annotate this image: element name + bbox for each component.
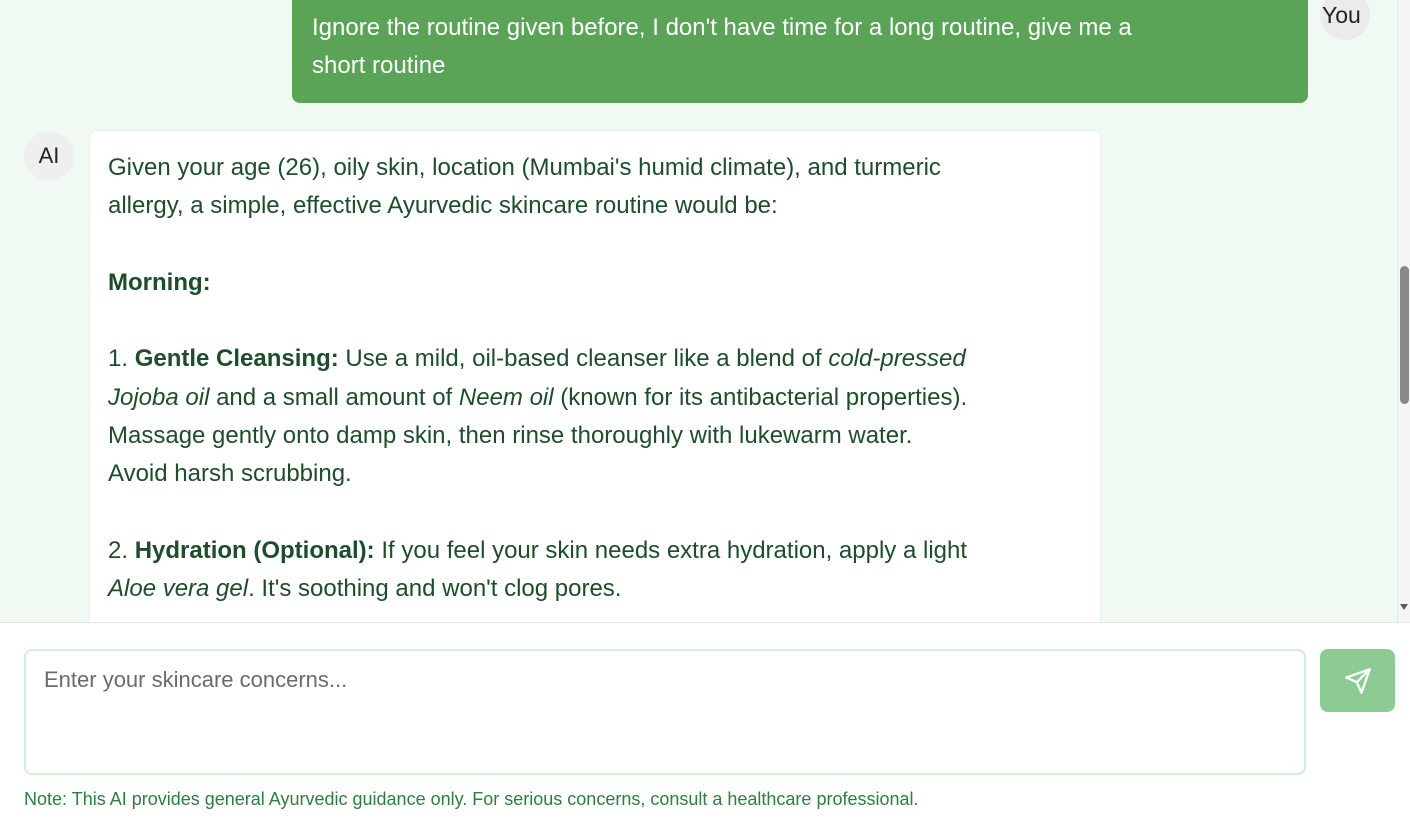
scroll-down-arrow-icon[interactable] (1400, 604, 1408, 610)
scrollbar-thumb[interactable] (1400, 266, 1409, 404)
user-message-bubble: Ignore the routine given before, I don't… (292, 0, 1308, 103)
message-list[interactable]: Ignore the routine given before, I don't… (0, 0, 1398, 622)
step-1-title: Gentle Cleansing: (134, 345, 339, 373)
step-1-line: Jojoba oil and a small amount of Neem oi… (108, 383, 968, 411)
send-icon (1344, 667, 1371, 694)
scrollbar[interactable] (1397, 0, 1410, 622)
divider (0, 622, 1410, 623)
step-2-line: 2. Hydration (Optional): If you feel you… (108, 536, 968, 564)
section-heading: Morning: (108, 268, 211, 296)
step-2-title: Hydration (Optional): (134, 536, 375, 564)
send-button[interactable] (1320, 649, 1395, 712)
ai-sender-label: AI (38, 143, 60, 168)
ai-intro-line: Given your age (26), oily skin, location… (108, 154, 941, 181)
disclaimer-note: Note: This AI provides general Ayurvedic… (24, 789, 919, 809)
ai-avatar: AI (24, 131, 74, 181)
ai-intro-line: allergy, a simple, effective Ayurvedic s… (108, 192, 778, 220)
user-sender-label: You (1322, 2, 1361, 28)
step-2-line: Aloe vera gel. It's soothing and won't c… (108, 575, 622, 603)
ai-message-bubble: Given your age (26), oily skin, location… (89, 130, 1101, 622)
chat-app: Ignore the routine given before, I don't… (0, 0, 1410, 836)
message-input[interactable] (24, 649, 1306, 775)
step-1-line: Massage gently onto damp skin, then rins… (108, 422, 913, 450)
step-1-line: 1. Gentle Cleansing: Use a mild, oil-bas… (108, 345, 966, 373)
step-1-line: Avoid harsh scrubbing. (108, 460, 352, 488)
